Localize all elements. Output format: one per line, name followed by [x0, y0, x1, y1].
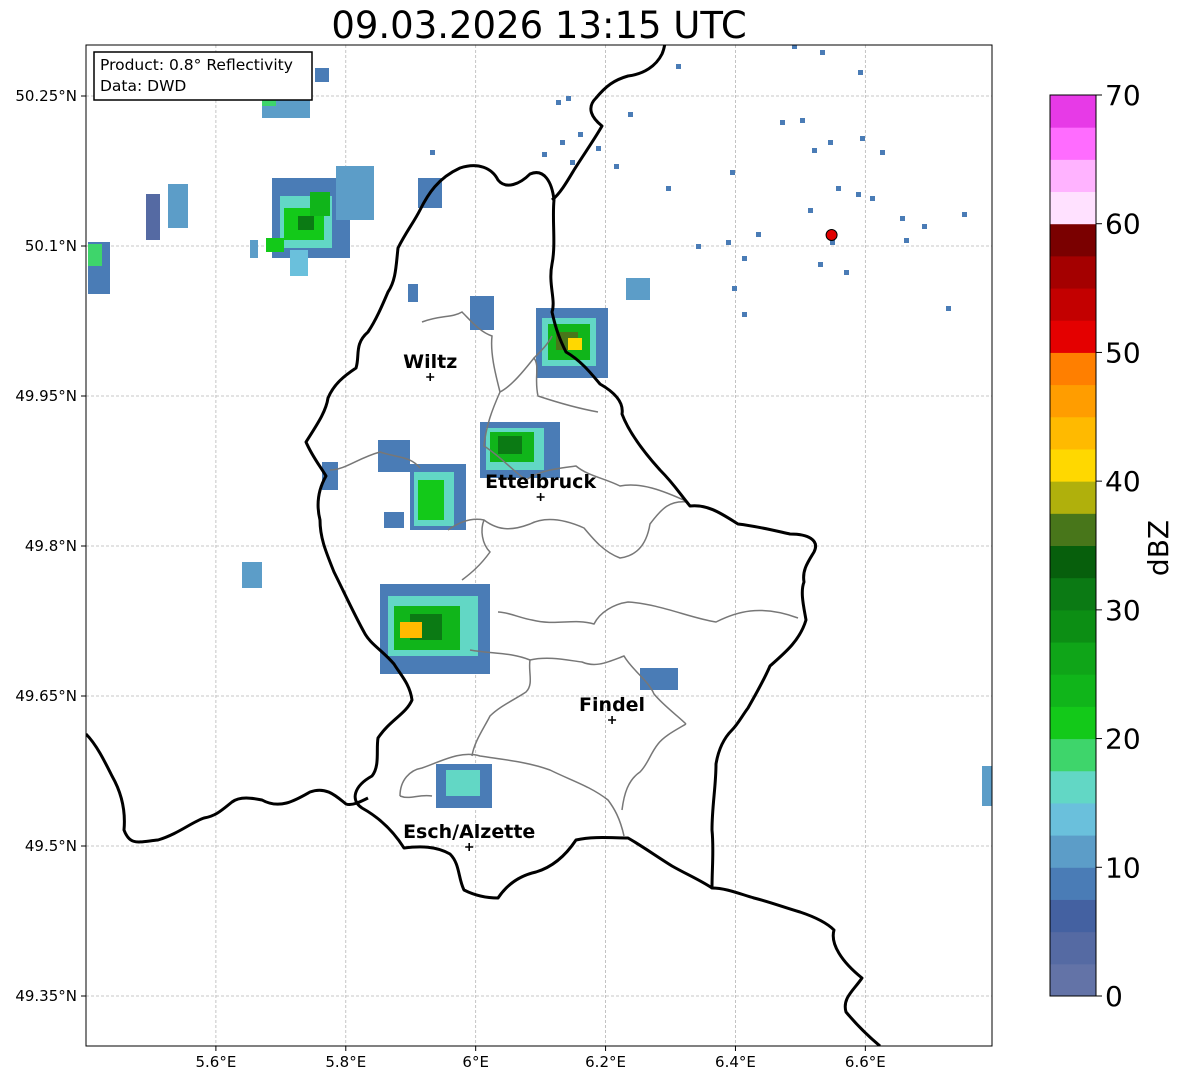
- lon-tick-label: 6.6°E: [845, 1053, 886, 1071]
- clutter-speck: [922, 224, 927, 229]
- city-label: Ettelbruck: [485, 471, 596, 493]
- clutter-speck: [614, 164, 619, 169]
- clutter-speck: [696, 244, 701, 249]
- canton-borders: [329, 311, 799, 837]
- lat-tick-label: 49.8°N: [25, 537, 77, 555]
- radar-site-marker: [825, 229, 838, 241]
- clutter-speck: [742, 312, 747, 317]
- lon-tick-label: 6°E: [462, 1053, 489, 1071]
- echo-cell: [146, 194, 160, 240]
- city-label: Findel: [579, 694, 645, 716]
- clutter-speck: [820, 50, 825, 55]
- clutter-speck: [800, 118, 805, 123]
- clutter-speck: [742, 256, 747, 261]
- city-marker: [426, 373, 435, 381]
- clutter-speck: [946, 306, 951, 311]
- clutter-speck: [726, 240, 731, 245]
- lat-tick-label: 49.5°N: [25, 837, 77, 855]
- echo-cell: [250, 166, 374, 276]
- clutter-speck: [566, 96, 571, 101]
- clutter-speck: [596, 146, 601, 151]
- clutter-speck: [666, 186, 671, 191]
- lon-tick-label: 6.4°E: [715, 1053, 756, 1071]
- clutter-speck: [858, 70, 863, 75]
- clutter-speck: [628, 112, 633, 117]
- city-marker: [608, 716, 617, 724]
- echo-cell: [982, 766, 992, 806]
- clutter-speck: [828, 140, 833, 145]
- echo-cell: [640, 668, 678, 690]
- lon-tick-label: 5.6°E: [195, 1053, 236, 1071]
- city-marker: [536, 493, 545, 501]
- lat-tick-label: 49.35°N: [15, 987, 77, 1005]
- clutter-speck: [880, 150, 885, 155]
- info-source-text: Data: DWD: [100, 77, 186, 95]
- clutter-speck: [430, 150, 435, 155]
- clutter-speck: [542, 152, 547, 157]
- clutter-speck: [860, 136, 865, 141]
- clutter-speck: [844, 270, 849, 275]
- clutter-speck: [780, 120, 785, 125]
- lat-tick-label: 49.95°N: [15, 387, 77, 405]
- radar-echoes: [88, 45, 992, 808]
- clutter-speck: [904, 238, 909, 243]
- lat-tick-label: 49.65°N: [15, 687, 77, 705]
- clutter-speck: [676, 64, 681, 69]
- clutter-speck: [560, 140, 565, 145]
- info-product-text: Product: 0.8° Reflectivity: [100, 56, 293, 74]
- clutter-speck: [578, 132, 583, 137]
- clutter-speck: [570, 160, 575, 165]
- clutter-speck: [808, 208, 813, 213]
- clutter-speck: [818, 262, 823, 267]
- axis-ticks: 50.25°N 50.1°N 49.95°N 49.8°N 49.65°N 49.5°N 4…: [15, 87, 885, 1071]
- echo-cell: [436, 764, 492, 808]
- clutter-speck: [870, 196, 875, 201]
- clutter-speck: [756, 232, 761, 237]
- clutter-speck: [730, 170, 735, 175]
- clutter-speck: [836, 186, 841, 191]
- radar-map: Wiltz Ettelbruck Findel Esch/Alzette Produc…: [15, 44, 993, 1071]
- clutter-speck: [900, 216, 905, 221]
- echo-cell: [408, 284, 418, 302]
- echo-cell: [470, 296, 494, 330]
- lat-tick-label: 50.1°N: [25, 237, 77, 255]
- city-marker: [465, 843, 474, 851]
- lon-tick-label: 5.8°E: [325, 1053, 366, 1071]
- clutter-speckle: [430, 45, 967, 317]
- clutter-speck: [962, 212, 967, 217]
- radar-site-dot: [825, 229, 838, 241]
- echo-cell: [168, 184, 188, 228]
- city-label: Wiltz: [403, 351, 457, 373]
- echo-cell: [88, 242, 110, 294]
- city-label: Esch/Alzette: [403, 821, 535, 843]
- info-box: Product: 0.8° Reflectivity Data: DWD: [93, 51, 313, 101]
- clutter-speck: [732, 286, 737, 291]
- lat-tick-label: 50.25°N: [15, 87, 77, 105]
- clutter-speck: [856, 192, 861, 197]
- echo-cell: [380, 584, 490, 674]
- lon-tick-label: 6.2°E: [585, 1053, 626, 1071]
- echo-cell: [480, 422, 560, 478]
- clutter-speck: [556, 100, 561, 105]
- clutter-speck: [812, 148, 817, 153]
- echo-cell: [626, 278, 650, 300]
